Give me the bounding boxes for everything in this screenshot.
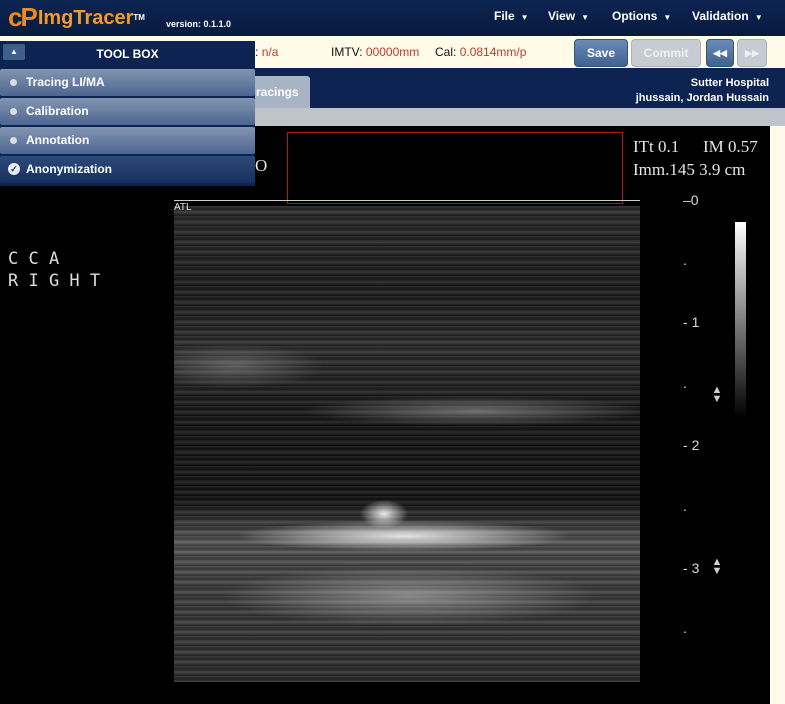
menu-validation-label: Validation — [692, 9, 749, 23]
user-name: jhussain, Jordan Hussain — [635, 92, 769, 104]
menu-options-label: Options — [612, 9, 658, 23]
menu-file[interactable]: File ▼ — [494, 9, 529, 23]
imtv-label: IMTV: — [331, 45, 363, 59]
depth-value: 3 — [691, 560, 700, 576]
previous-image-button[interactable]: ◀◀ — [706, 39, 734, 67]
toolbox-panel: ▲ TOOL BOX Tracing LI/MA Calibration Ann… — [0, 41, 255, 186]
site-label-right: R I G H T — [8, 271, 101, 291]
next-image-button[interactable]: ▶▶ — [737, 39, 767, 67]
depth-mark-0: –0 — [683, 192, 699, 208]
depth-value: 2 — [691, 437, 700, 453]
logo-trademark: TM — [133, 13, 145, 22]
depth-tick: . — [683, 620, 687, 636]
ultrasound-image[interactable] — [174, 206, 640, 682]
save-button[interactable]: Save — [574, 39, 628, 67]
menu-view-label: View — [548, 9, 576, 23]
depth-mark-1: - 1 — [683, 314, 700, 330]
tool-calibration[interactable]: Calibration — [0, 98, 255, 125]
tool-annotation[interactable]: Annotation — [0, 127, 255, 154]
tool-anonymization[interactable]: ✓ Anonymization — [0, 156, 255, 183]
cal-label: Cal: — [435, 45, 457, 59]
collapse-icon[interactable]: ▲ — [3, 44, 25, 60]
focus-marker-icon[interactable]: ▲ ▼ — [710, 385, 724, 405]
focus-marker-icon[interactable]: ▲ ▼ — [710, 557, 724, 577]
status-field-1-value: n/a — [261, 45, 279, 59]
right-edge-strip — [770, 126, 785, 704]
overlay-itt: ITt 0.1 — [633, 137, 680, 156]
depth-value: 0 — [690, 192, 699, 208]
menu-validation[interactable]: Validation ▼ — [692, 9, 763, 23]
menu-view[interactable]: View ▼ — [548, 9, 589, 23]
logo-text: ImgTracerTM — [38, 6, 145, 30]
cal-value: 0.0814mm/p — [459, 45, 527, 59]
overlay-im: IM 0.57 — [703, 137, 758, 156]
tool-label: Anonymization — [26, 162, 112, 176]
commit-button[interactable]: Commit — [631, 39, 701, 67]
menu-options[interactable]: Options ▼ — [612, 9, 671, 23]
image-top-line — [174, 200, 640, 201]
hospital-name: Sutter Hospital — [690, 77, 769, 89]
hospital-info: Sutter Hospital jhussain, Jordan Hussain — [636, 76, 769, 106]
depth-mark-2: - 2 — [683, 437, 700, 453]
menu-file-label: File — [494, 9, 515, 23]
anonymization-region[interactable] — [287, 132, 623, 204]
bullet-icon — [10, 108, 17, 115]
chevron-down-icon: ▼ — [581, 13, 590, 22]
tool-tracing-li-ma[interactable]: Tracing LI/MA — [0, 69, 255, 96]
imtv-readout: IMTV: 00000mm — [331, 45, 419, 59]
bullet-icon — [10, 137, 17, 144]
overlay-partial-label: O — [255, 156, 268, 175]
toolbox-header: ▲ TOOL BOX — [0, 41, 255, 67]
tool-label: Annotation — [26, 133, 90, 147]
imtv-value: 00000mm — [365, 45, 420, 59]
logo-mark: cP — [8, 2, 38, 32]
depth-value: 1 — [691, 314, 700, 330]
status-field-1: : n/a — [255, 45, 278, 59]
calibration-readout: Cal: 0.0814mm/p — [435, 45, 526, 59]
depth-mark-3: - 3 — [683, 560, 700, 576]
top-bar: cP ImgTracerTM version: 0.1.1.0 File ▼ Vi… — [0, 0, 785, 36]
site-label-cca: C C A — [8, 249, 60, 269]
tool-label: Tracing LI/MA — [26, 75, 105, 89]
app-version: version: 0.1.1.0 — [166, 19, 232, 29]
app-logo: cP ImgTracerTM — [8, 4, 145, 30]
atl-label: ATL — [174, 202, 192, 213]
checkmark-icon: ✓ — [8, 163, 20, 175]
toolbox-title: TOOL BOX — [96, 47, 159, 61]
grayscale-bar — [735, 222, 746, 418]
logo-name: ImgTracer — [37, 7, 134, 29]
chevron-down-icon: ▼ — [754, 13, 763, 22]
depth-tick: . — [683, 498, 687, 514]
depth-tick: . — [683, 252, 687, 268]
tool-label: Calibration — [26, 104, 89, 118]
depth-tick: . — [683, 375, 687, 391]
chevron-down-icon: ▼ — [520, 13, 529, 22]
status-field-1-label: : — [255, 45, 259, 59]
tab-tracings[interactable]: racings — [248, 76, 310, 108]
chevron-down-icon: ▼ — [663, 13, 672, 22]
bullet-icon — [10, 79, 17, 86]
overlay-imm: Imm.145 3.9 cm — [633, 160, 746, 179]
